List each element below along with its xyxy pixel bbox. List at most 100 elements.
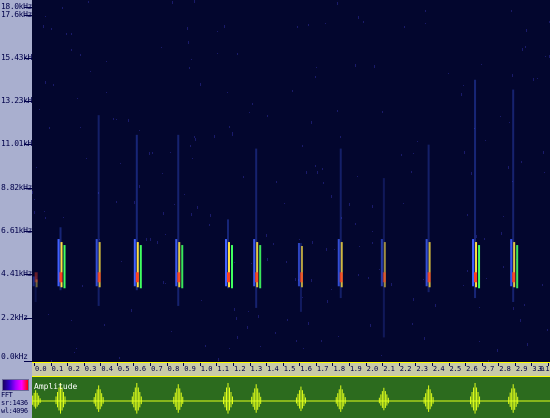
noise-speck [184,194,185,195]
time-tick-label: 1.7 [317,365,328,373]
freq-tick-label: 0.0kHz [1,353,28,361]
noise-speck [315,76,316,78]
noise-speck [162,173,163,174]
noise-speck [372,242,373,244]
call-syllable [298,243,303,312]
noise-speck [337,110,338,112]
noise-speck [113,118,114,120]
call-syllable [58,227,66,290]
noise-speck [149,152,150,155]
time-tick-label: 0.4 [101,365,112,373]
noise-speck [88,1,89,3]
noise-speck [205,345,206,347]
noise-speck [327,300,328,303]
noise-speck [286,261,287,263]
noise-speck [116,201,117,203]
noise-speck [537,78,538,79]
noise-speck [189,67,190,69]
noise-speck [526,29,527,32]
noise-speck [486,278,487,279]
noise-speck [165,283,166,284]
call-core-band [338,239,340,286]
noise-speck [49,127,50,129]
noise-speck [157,241,158,244]
call-core-band [96,239,98,286]
noise-speck [382,111,383,113]
noise-speck [210,214,211,217]
noise-speck [508,166,509,169]
call-syllable [381,178,386,337]
noise-speck [302,297,303,298]
noise-speck [119,357,120,359]
noise-speck [237,336,238,339]
noise-speck [139,185,140,188]
noise-speck [163,212,164,215]
time-tick-label: 1.9 [350,365,361,373]
noise-speck [357,176,358,177]
noise-speck [249,112,250,113]
time-tick-label: 3.1 [538,365,549,373]
call-core-band [134,239,136,286]
noise-speck [106,92,107,93]
noise-speck [316,67,317,68]
call-syllable [253,149,261,308]
freq-tick-mark [24,231,32,232]
noise-speck [90,71,91,72]
time-tick-label: 2.2 [400,365,411,373]
noise-speck [229,126,230,128]
call-syllable [510,90,518,302]
call-hotspot [35,272,38,282]
time-tick-label: 1.6 [300,365,311,373]
call-core-band [253,239,255,286]
noise-speck [116,119,117,120]
noise-speck [321,340,322,342]
noise-speck [152,152,153,154]
noise-speck [234,308,235,311]
noise-speck [334,249,335,250]
noise-speck [308,322,309,325]
time-tick-label: 2.7 [483,365,494,373]
noise-speck [217,53,218,54]
noise-speck [251,263,252,264]
noise-speck [513,307,514,310]
amplitude-label: Amplitude [34,383,77,391]
time-tick-label: 2.6 [466,365,477,373]
noise-speck [423,279,424,280]
noise-speck [53,84,54,86]
call-core-band [426,239,428,286]
noise-speck [217,31,218,32]
noise-speck [287,319,288,321]
noise-speck [106,61,107,62]
noise-speck [191,59,192,60]
noise-speck [403,203,404,204]
call-core-band [225,239,227,286]
call-core-band [298,243,300,286]
noise-speck [543,151,544,154]
call-hotspot [255,272,258,282]
time-tick-label: 0.0 [35,365,46,373]
call-core-band [478,245,480,288]
spectrogram-plot[interactable] [32,0,550,362]
call-syllable [338,149,343,298]
noise-speck [308,24,309,26]
noise-speck [497,349,498,352]
noise-speck [355,223,356,225]
noise-speck [358,274,359,276]
noise-speck [476,235,477,238]
time-tick-label: 0.7 [151,365,162,373]
call-hotspot [177,272,180,282]
call-core-band [472,239,474,286]
noise-speck [275,332,276,334]
noise-speck [34,199,35,200]
amplitude-waveform[interactable]: Amplitude [32,377,550,418]
noise-speck [479,307,480,308]
noise-speck [71,33,72,35]
noise-speck [358,16,359,19]
noise-speck [297,26,298,28]
noise-speck [258,315,259,318]
noise-speck [48,314,49,315]
noise-speck [121,261,122,262]
time-tick-label: 1.2 [234,365,245,373]
noise-speck [74,352,75,353]
noise-speck [191,213,192,216]
